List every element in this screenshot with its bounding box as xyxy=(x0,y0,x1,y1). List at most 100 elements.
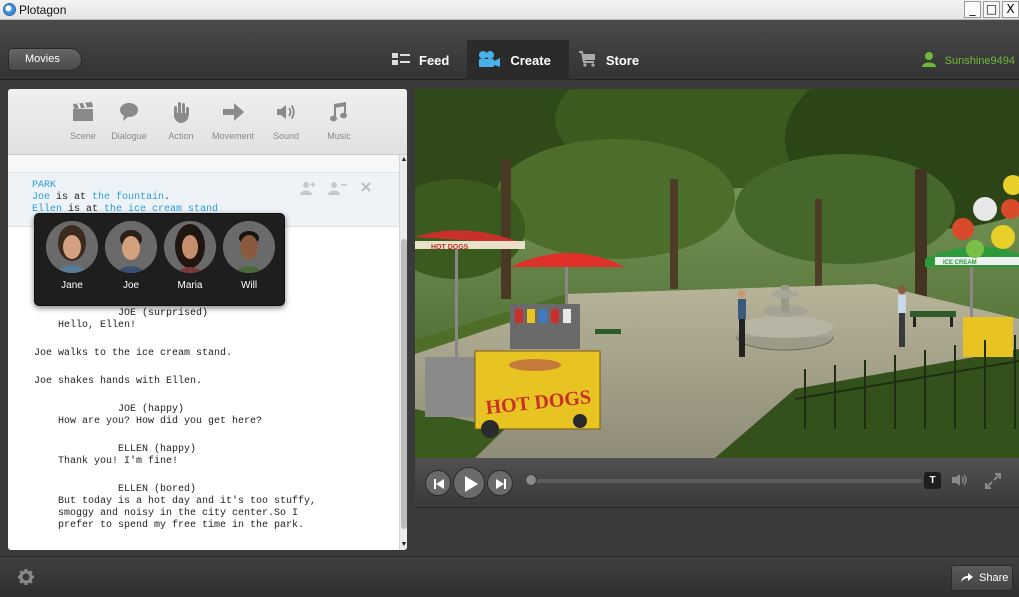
scene-preview-viewport[interactable]: HOT DOGS HOT DOGS ICE CREAM xyxy=(415,89,1019,458)
script-line[interactable]: Thank you! I'm fine! xyxy=(34,456,178,467)
scene-place-1[interactable]: the fountain xyxy=(92,192,164,203)
script-line[interactable]: smoggy and noisy in the city center.So I xyxy=(34,508,298,519)
skip-forward-icon xyxy=(496,479,506,489)
character-option-jane[interactable]: Jane xyxy=(44,221,100,291)
tool-dialogue-label: Dialogue xyxy=(111,131,147,141)
tool-sound[interactable]: Sound xyxy=(259,99,313,141)
bottom-bar: Share xyxy=(0,556,1019,597)
play-button[interactable] xyxy=(453,467,485,499)
hotdog-umbrella-sign: HOT DOGS xyxy=(431,244,469,251)
scene-line-1: Joe is at the fountain. xyxy=(32,192,170,203)
character-picker: Jane Joe Maria Will xyxy=(34,213,285,306)
tab-store[interactable]: Store xyxy=(569,40,657,80)
script-line[interactable]: But today is a hot day and it's too stuf… xyxy=(34,496,316,507)
tool-movement[interactable]: Movement xyxy=(206,99,260,141)
main-navbar: Movies Feed Create Store Sunshine9494 xyxy=(0,20,1019,80)
remove-character-icon[interactable] xyxy=(328,181,348,199)
maximize-button[interactable]: □ xyxy=(983,1,1000,18)
script-line[interactable]: How are you? How did you get here? xyxy=(34,416,262,427)
script-line[interactable]: JOE (surprised) xyxy=(34,308,208,319)
share-button[interactable]: Share xyxy=(951,565,1013,591)
script-line[interactable]: prefer to spend my free time in the park… xyxy=(34,520,304,531)
tool-music[interactable]: Music xyxy=(312,99,366,141)
window-controls: _ □ X xyxy=(962,1,1019,18)
previous-button[interactable] xyxy=(425,470,451,496)
window-title: Plotagon xyxy=(19,3,67,17)
share-icon xyxy=(961,572,973,585)
tool-sound-label: Sound xyxy=(272,131,300,141)
tab-feed[interactable]: Feed xyxy=(382,40,467,80)
camera-icon xyxy=(477,50,501,71)
fullscreen-icon[interactable] xyxy=(985,473,1001,494)
app-icon xyxy=(3,3,16,16)
script-scrollbar[interactable]: ▲ ▼ xyxy=(399,155,407,550)
tab-store-label: Store xyxy=(605,52,640,68)
tab-create[interactable]: Create xyxy=(467,40,569,80)
icecream-umbrella-sign: ICE CREAM xyxy=(943,260,977,266)
character-option-joe[interactable]: Joe xyxy=(103,221,159,291)
character-option-maria[interactable]: Maria xyxy=(162,221,218,291)
volume-icon[interactable] xyxy=(952,473,968,492)
arrow-right-icon xyxy=(206,99,260,125)
timeline-playhead[interactable] xyxy=(525,474,537,486)
scene-location: PARK xyxy=(32,180,57,191)
script-line[interactable]: ELLEN (bored) xyxy=(34,484,196,495)
character-avatar xyxy=(164,221,216,273)
scene-actor-1[interactable]: Joe xyxy=(32,192,50,203)
movies-button[interactable]: Movies xyxy=(8,48,82,71)
character-option-will[interactable]: Will xyxy=(221,221,277,291)
hand-icon xyxy=(154,99,208,125)
character-name: Will xyxy=(240,280,258,291)
next-button[interactable] xyxy=(487,470,513,496)
tool-action[interactable]: Action xyxy=(154,99,208,141)
character-name: Joe xyxy=(122,280,140,291)
character-name: Maria xyxy=(177,280,203,291)
scroll-up-icon[interactable]: ▲ xyxy=(400,155,407,165)
subtitles-toggle-icon[interactable]: T xyxy=(924,472,941,489)
add-character-icon[interactable] xyxy=(300,181,316,199)
user-account[interactable]: Sunshine9494 xyxy=(921,51,1015,70)
tab-create-label: Create xyxy=(510,52,551,68)
scroll-down-icon[interactable]: ▼ xyxy=(400,540,407,550)
gear-icon[interactable] xyxy=(18,569,34,590)
tool-dialogue[interactable]: Dialogue xyxy=(102,99,156,141)
park-scene-render: HOT DOGS HOT DOGS ICE CREAM xyxy=(415,89,1019,458)
script-line[interactable]: Joe walks to the ice cream stand. xyxy=(34,348,232,359)
close-button[interactable]: X xyxy=(1002,1,1019,18)
cart-icon xyxy=(578,50,597,70)
script-line[interactable]: ELLEN (happy) xyxy=(34,444,196,455)
window-titlebar: Plotagon _ □ X xyxy=(0,0,1019,20)
speaker-icon xyxy=(259,99,313,125)
username: Sunshine9494 xyxy=(944,54,1015,67)
scene-end-1: . xyxy=(164,192,171,203)
tab-feed-label: Feed xyxy=(419,52,450,68)
character-avatar xyxy=(223,221,275,273)
tool-music-label: Music xyxy=(327,131,351,141)
character-avatar xyxy=(105,221,157,273)
share-label: Share xyxy=(979,572,1009,584)
scroll-thumb[interactable] xyxy=(401,239,407,529)
delete-scene-icon[interactable] xyxy=(360,181,372,199)
tool-action-label: Action xyxy=(168,131,194,141)
skip-back-icon xyxy=(434,479,444,489)
feed-icon xyxy=(392,52,410,69)
plotagon-app: Plotagon _ □ X Movies Feed Create Store … xyxy=(0,0,1019,597)
script-header-strip xyxy=(8,155,399,173)
script-toolbar: Scene Dialogue Action Movement Sound Mus… xyxy=(8,89,407,155)
character-avatar xyxy=(46,221,98,273)
music-note-icon xyxy=(312,99,366,125)
script-line[interactable]: Hello, Ellen! xyxy=(34,320,136,331)
scene-text-1: is at xyxy=(50,192,93,203)
minimize-button[interactable]: _ xyxy=(964,1,981,18)
nav-tabs: Feed Create Store xyxy=(382,40,657,80)
timeline-track[interactable] xyxy=(534,479,922,483)
user-icon xyxy=(921,51,937,70)
speech-bubble-icon xyxy=(102,99,156,125)
character-name: Jane xyxy=(61,280,83,291)
script-line[interactable]: Joe shakes hands with Ellen. xyxy=(34,376,202,387)
script-panel: Scene Dialogue Action Movement Sound Mus… xyxy=(8,89,407,550)
playback-controls: T xyxy=(415,458,1019,508)
script-line[interactable]: JOE (happy) xyxy=(34,404,184,415)
tool-movement-label: Movement xyxy=(211,131,255,141)
play-icon xyxy=(465,476,478,492)
